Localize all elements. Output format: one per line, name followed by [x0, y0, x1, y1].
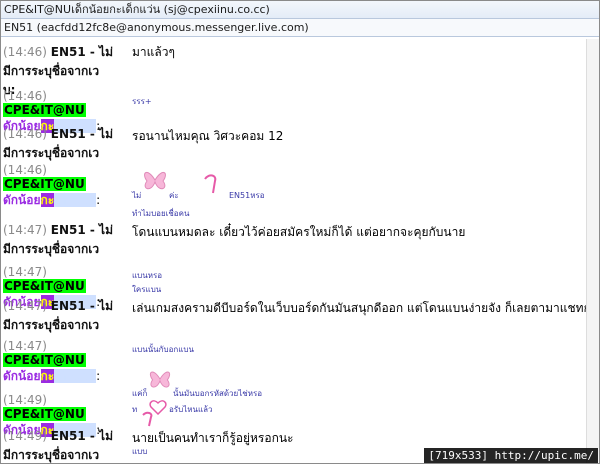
- message-row: (14:46) EN51 - ไม่มีการระบุชื่อจากเว รอน…: [1, 123, 587, 163]
- scrollbar[interactable]: [586, 39, 599, 463]
- message-row: (14:47) CPE&IT@NU ดักน้อยกะเด็กแว่น: แบนห…: [1, 265, 587, 309]
- message-row: (14:47) EN51 - ไม่มีการระบุชื่อจากเว เล่…: [1, 297, 587, 339]
- watermark: [719x533] http://upic.me/: [424, 448, 598, 463]
- sender-name: EN51 - ไม่: [50, 299, 114, 313]
- message-row: แค่ก็ นั้นมันบอกรหัสด้วยไช่หรอ (14:49) C…: [1, 365, 587, 437]
- timestamp: (14:47): [3, 265, 47, 279]
- message-text: ไม่: [132, 189, 141, 202]
- squiggle-icon: [142, 411, 153, 427]
- sender-tag: CPE&IT@NU: [3, 177, 86, 191]
- message-text: แบนหรอ: [132, 271, 163, 280]
- sender: (14:46) EN51 - ไม่มีการระบุชื่อจากเว: [3, 125, 129, 163]
- timestamp: (14:47): [3, 223, 47, 237]
- sender-name-cont: มีการระบุชื่อจากเว: [3, 242, 100, 256]
- message-text: รอนานไหมคุณ วิศวะคอม 12: [132, 129, 284, 143]
- sender-name: EN51 - ไม่: [50, 429, 114, 443]
- message-part: ทำไมบอยเชื่อคน: [132, 209, 190, 218]
- message-part: อรับไหนแล้ว: [169, 405, 213, 414]
- sender-name: กะ: [40, 193, 55, 207]
- sender: (14:47) EN51 - ไม่มีการระบุชื่อจากเว: [3, 221, 129, 259]
- sender-name: ดักน้อย: [3, 193, 41, 207]
- sender: (14:46) CPE&IT@NU ดักน้อยกะเด็กแว่น:: [3, 163, 129, 210]
- sender-name-cont: มีการระบุชื่อจากเว: [3, 318, 100, 332]
- sender-name-cont: มีการระบุชื่อจากเว: [3, 448, 100, 462]
- message-text: มาแล้วๆ: [132, 45, 175, 59]
- timestamp: (14:47): [3, 299, 47, 313]
- message-part: นั้นมันบอกรหัสด้วยไช่หรอ: [173, 389, 263, 398]
- message-text: ใครแบน: [132, 285, 162, 294]
- sender-name: EN51 - ไม่: [50, 45, 114, 59]
- sender: (14:49) EN51 - ไม่มีการระบุชื่อจากเว: [3, 427, 129, 463]
- message-text-cont: แบบ: [132, 447, 148, 456]
- sender-tag: CPE&IT@NU: [3, 103, 86, 117]
- butterfly-emoticon-icon: [149, 371, 171, 388]
- message-row: (14:47) EN51 - ไม่มีการระบุชื่อจากเว โดน…: [1, 221, 587, 265]
- message-text: เล่นเกมสงครามดีบีบอร์ดในเว็บบอร์ดกันมันส…: [132, 301, 587, 315]
- colon: :: [96, 193, 101, 207]
- timestamp: (14:46): [3, 45, 47, 59]
- heart-squiggle-icon: [204, 174, 217, 194]
- message-row: (14:46) CPE&IT@NU ดักน้อยกะเด็กแว่น: รรร+: [1, 89, 587, 133]
- message-text: แบนนั้นกับอกแบน: [132, 345, 194, 354]
- message-text: นายเป็นคนทำเราก็รู้อยู่หรอกนะ: [132, 431, 294, 445]
- chat-window: CPE&IT@NUเด็กน้อยกะเด็กแว่น (sj@cpexiinu…: [0, 0, 600, 464]
- message-part: แค่ก็: [132, 389, 148, 398]
- message-log[interactable]: (14:46) EN51 - ไม่ มีการระบุชื่อจากเว บ: ม…: [1, 39, 587, 463]
- timestamp: (14:47): [3, 339, 47, 353]
- conversation-title: CPE&IT@NUเด็กน้อยกะเด็กแว่น (sj@cpexiinu…: [1, 1, 599, 19]
- message-part: ค่ะ: [169, 191, 179, 200]
- timestamp: (14:49): [3, 429, 47, 443]
- message-row: (14:46) CPE&IT@NU ดักน้อยกะเด็กแว่น: ไม่ …: [1, 163, 587, 221]
- message-part: ไม่: [132, 191, 142, 200]
- sender-name-cont: มีการระบุชื่อจากเว: [3, 146, 100, 160]
- timestamp: (14:46): [3, 127, 47, 141]
- sender-tag: CPE&IT@NU: [3, 407, 86, 421]
- sender-name: EN51 - ไม่: [50, 127, 114, 141]
- message-row: (14:47) CPE&IT@NU ดักน้อยกะเด็กแว่น: แบนน…: [1, 339, 587, 383]
- sender-name: EN51 - ไม่: [50, 223, 114, 237]
- message-part: EN51หรอ: [229, 191, 265, 200]
- participant-address: EN51 (eacfdd12fc8e@anonymous.messenger.l…: [1, 19, 599, 37]
- butterfly-emoticon-icon: [144, 171, 166, 190]
- sender-tag: CPE&IT@NU: [3, 279, 86, 293]
- message-part: ท: [132, 405, 138, 414]
- timestamp: (14:49): [3, 393, 47, 407]
- timestamp: (14:46): [3, 163, 47, 177]
- sender-name: เด็กแว่น: [54, 193, 97, 207]
- message-row: (14:46) EN51 - ไม่ มีการระบุชื่อจากเว บ: ม…: [1, 39, 587, 97]
- sender: (14:47) EN51 - ไม่มีการระบุชื่อจากเว: [3, 297, 129, 335]
- timestamp: (14:46): [3, 89, 47, 103]
- message-text: รรร+: [132, 97, 152, 106]
- message-text: โดนแบนหมดละ เดี๋ยวไว้ค่อยสมัครใหม่ก็ได้ …: [132, 225, 466, 239]
- sender-name-cont: มีการระบุชื่อจากเว: [3, 64, 100, 78]
